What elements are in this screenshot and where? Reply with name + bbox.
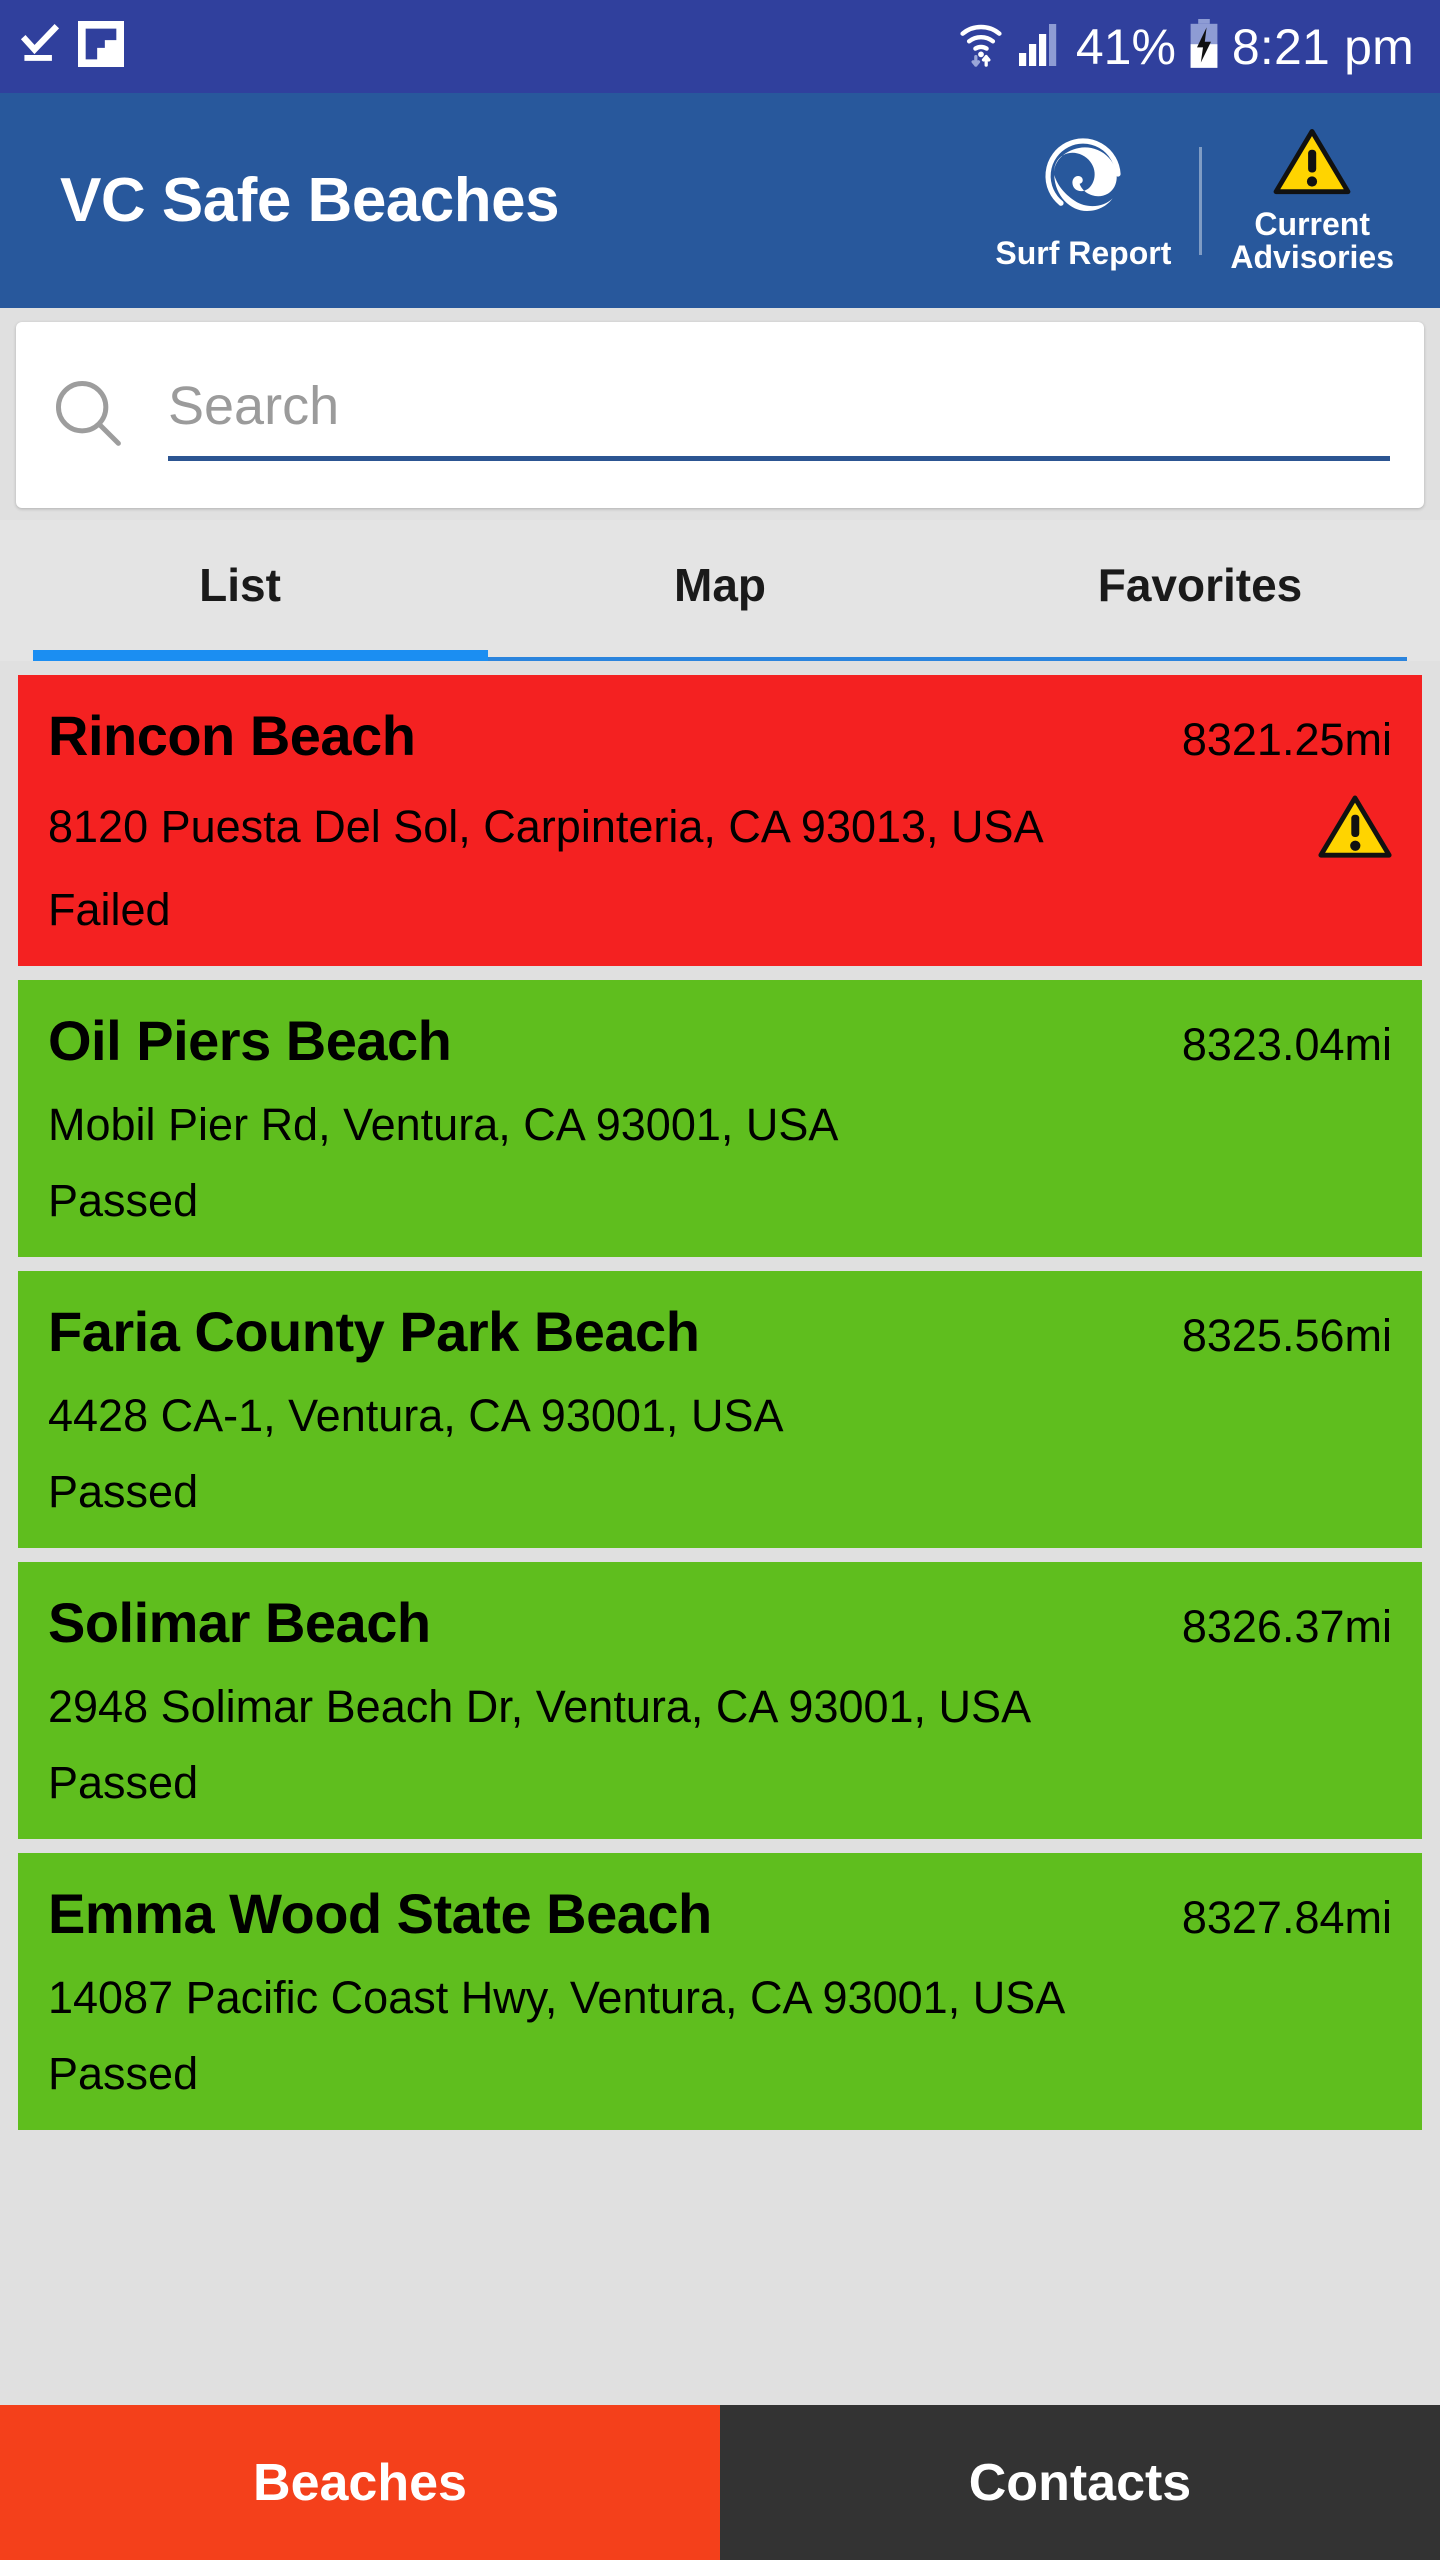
tab-indicator-active	[33, 650, 488, 661]
beach-address: Mobil Pier Rd, Ventura, CA 93001, USA	[48, 1099, 839, 1150]
tab-bar: List Map Favorites	[0, 520, 1440, 661]
search-section: Search	[0, 308, 1440, 520]
wifi-icon	[958, 19, 1004, 74]
beach-card-address-row: 2948 Solimar Beach Dr, Ventura, CA 93001…	[48, 1681, 1392, 1733]
wave-icon	[1035, 130, 1131, 231]
beach-card[interactable]: Faria County Park Beach 8325.56mi 4428 C…	[18, 1271, 1422, 1548]
tab-favorites[interactable]: Favorites	[960, 558, 1440, 612]
beach-address: 2948 Solimar Beach Dr, Ventura, CA 93001…	[48, 1681, 1032, 1732]
current-advisories-button[interactable]: Current Advisories	[1208, 127, 1416, 275]
app-bar-divider	[1199, 146, 1203, 255]
beach-list[interactable]: Rincon Beach 8321.25mi 8120 Puesta Del S…	[0, 661, 1440, 2560]
app-bar: VC Safe Beaches Surf Report Current Advi…	[0, 93, 1440, 308]
beach-distance: 8323.04mi	[1181, 1019, 1392, 1070]
beach-status: Passed	[48, 1175, 199, 1226]
download-complete-icon	[18, 22, 62, 71]
beach-card-address-row: 4428 CA-1, Ventura, CA 93001, USA	[48, 1390, 1392, 1442]
beach-name: Faria County Park Beach	[48, 1300, 700, 1363]
beach-card-address-row: Mobil Pier Rd, Ventura, CA 93001, USA	[48, 1099, 1392, 1151]
beach-status: Passed	[48, 1466, 199, 1517]
app-bar-actions: Surf Report Current Advisories	[973, 93, 1416, 308]
beach-status: Failed	[48, 884, 171, 935]
beach-status: Passed	[48, 1757, 199, 1808]
tab-map[interactable]: Map	[480, 558, 960, 612]
nav-item-beaches[interactable]: Beaches	[0, 2405, 720, 2560]
surf-report-label: Surf Report	[995, 235, 1172, 272]
beach-card-address-row: 14087 Pacific Coast Hwy, Ventura, CA 930…	[48, 1972, 1392, 2024]
beach-distance: 8321.25mi	[1181, 714, 1392, 765]
beach-card-header: Solimar Beach 8326.37mi	[48, 1590, 1392, 1655]
clock-label: 8:21 pm	[1231, 18, 1414, 75]
beach-card[interactable]: Emma Wood State Beach 8327.84mi 14087 Pa…	[18, 1853, 1422, 2130]
flipboard-icon	[78, 21, 124, 72]
tab-list-view[interactable]: List	[0, 558, 480, 612]
beach-status: Passed	[48, 2048, 199, 2099]
status-bar: 41% 8:21 pm	[0, 0, 1440, 93]
current-advisories-label: Current Advisories	[1230, 205, 1394, 275]
search-placeholder: Search	[168, 375, 340, 436]
status-bar-left-icons	[18, 21, 124, 72]
beach-card-header: Oil Piers Beach 8323.04mi	[48, 1008, 1392, 1073]
beach-card-header: Emma Wood State Beach 8327.84mi	[48, 1881, 1392, 1946]
tab-indicator-track	[0, 650, 1440, 661]
nav-item-contacts[interactable]: Contacts	[720, 2405, 1440, 2560]
beach-card[interactable]: Oil Piers Beach 8323.04mi Mobil Pier Rd,…	[18, 980, 1422, 1257]
beach-name: Solimar Beach	[48, 1591, 431, 1654]
tab-list: List Map Favorites	[0, 520, 1440, 650]
beach-address: 14087 Pacific Coast Hwy, Ventura, CA 930…	[48, 1972, 1066, 2023]
beach-name: Oil Piers Beach	[48, 1009, 452, 1072]
beach-card[interactable]: Solimar Beach 8326.37mi 2948 Solimar Bea…	[18, 1562, 1422, 1839]
beach-card-header: Faria County Park Beach 8325.56mi	[48, 1299, 1392, 1364]
beach-distance: 8327.84mi	[1181, 1892, 1392, 1943]
search-icon	[50, 375, 126, 456]
bottom-navigation: Beaches Contacts	[0, 2405, 1440, 2560]
beach-card[interactable]: Rincon Beach 8321.25mi 8120 Puesta Del S…	[18, 675, 1422, 966]
status-bar-right-icons: 41% 8:21 pm	[958, 18, 1414, 76]
search-card[interactable]: Search	[16, 322, 1424, 508]
surf-report-button[interactable]: Surf Report	[973, 130, 1193, 270]
battery-percent-label: 41%	[1075, 18, 1176, 75]
beach-card-header: Rincon Beach 8321.25mi	[48, 703, 1392, 768]
cellular-signal-icon	[1017, 20, 1063, 73]
search-input[interactable]: Search	[168, 369, 1390, 461]
warning-triangle-icon	[1273, 127, 1351, 202]
battery-charging-icon	[1189, 19, 1219, 74]
beach-name: Emma Wood State Beach	[48, 1882, 712, 1945]
beach-card-address-row: 8120 Puesta Del Sol, Carpinteria, CA 930…	[48, 794, 1392, 860]
page-title: VC Safe Beaches	[60, 166, 560, 235]
app-root: 41% 8:21 pm VC Safe Beaches Surf Report …	[0, 0, 1440, 2560]
beach-address: 4428 CA-1, Ventura, CA 93001, USA	[48, 1390, 784, 1441]
beach-distance: 8326.37mi	[1181, 1601, 1392, 1652]
beach-distance: 8325.56mi	[1181, 1310, 1392, 1361]
advisory-warning-icon[interactable]	[1298, 794, 1392, 860]
beach-address: 8120 Puesta Del Sol, Carpinteria, CA 930…	[48, 801, 1044, 852]
beach-name: Rincon Beach	[48, 704, 416, 767]
